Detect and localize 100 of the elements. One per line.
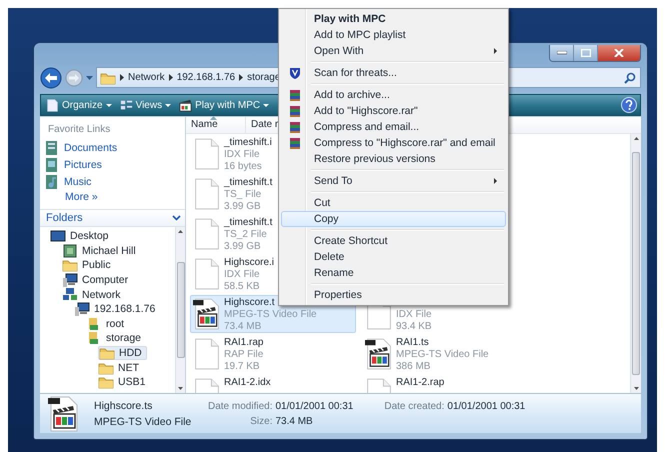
favorite-link[interactable]: Documents — [40, 139, 185, 156]
menu-item[interactable]: Restore previous versions — [281, 151, 506, 167]
tree-item[interactable]: storage — [86, 331, 146, 346]
file-type: TS_ File — [224, 189, 262, 201]
file-name: Highscore.ts — [94, 400, 154, 412]
file-item[interactable]: RAI1.ts MPEG-TS Video File 386 MB — [362, 335, 528, 373]
music-folder-icon — [44, 174, 59, 190]
field-label: Date created: — [384, 401, 444, 412]
toolbar-button[interactable]: Organize — [44, 98, 114, 112]
section-heading: Favorite Links — [47, 123, 112, 137]
breadcrumb[interactable]: Network — [128, 72, 165, 83]
file-size: 16 bytes — [224, 161, 263, 173]
menu-item[interactable]: Send To — [281, 173, 506, 189]
menu-item[interactable]: Add to archive... — [281, 87, 506, 103]
file-item[interactable]: RAI1.rap RAP File 19.7 KB — [190, 335, 356, 373]
scrollbar[interactable] — [630, 134, 641, 393]
scroll-down-icon[interactable] — [178, 387, 183, 390]
minimize-button[interactable] — [550, 45, 574, 61]
scrollbar[interactable] — [175, 227, 185, 393]
menu-item[interactable]: Scan for threats... — [281, 65, 506, 81]
documents-folder-icon — [44, 140, 59, 156]
chevron-icon[interactable] — [172, 215, 181, 221]
file-type: MPEG-TS Video File — [94, 416, 192, 428]
tree-item[interactable]: Computer — [62, 272, 132, 288]
menu-item[interactable]: Add to "Highscore.rar" — [281, 103, 506, 119]
menu-item[interactable]: Rename — [281, 265, 506, 281]
help-icon[interactable] — [621, 97, 637, 113]
chevron-icon[interactable] — [239, 74, 244, 81]
tree-item[interactable]: HDD — [98, 346, 147, 360]
monitor-icon — [50, 228, 66, 244]
breadcrumb[interactable]: 192.168.1.76 — [176, 72, 236, 83]
file-type: IDX File — [224, 269, 261, 281]
tree-item[interactable]: USB1 — [98, 374, 150, 390]
file-size: 386 MB — [396, 361, 432, 373]
folders-header[interactable]: Folders — [40, 209, 185, 227]
column-header[interactable]: Name — [186, 117, 246, 133]
maximize-icon — [580, 49, 590, 57]
video-file-icon — [193, 297, 221, 331]
file-name: RAI1.rap — [224, 337, 264, 349]
field-value: 01/01/2001 00:31 — [447, 401, 526, 412]
pictures-folder-icon — [44, 156, 59, 172]
books-icon — [289, 104, 301, 118]
dropdown-icon[interactable] — [86, 76, 93, 80]
clapperboard-icon — [179, 98, 192, 112]
scroll-up-icon[interactable] — [634, 137, 638, 140]
network-icon — [62, 286, 78, 303]
sort-arrow-icon — [210, 116, 217, 120]
file-type: IDX File — [396, 309, 432, 321]
close-button[interactable] — [598, 45, 640, 61]
close-icon — [614, 49, 624, 57]
scroll-up-icon[interactable] — [178, 230, 183, 233]
menu-item[interactable]: Delete — [281, 249, 506, 265]
file-name: _timeshift.i — [224, 137, 272, 149]
menu-item[interactable]: Open With — [281, 43, 506, 59]
back-button[interactable] — [40, 66, 62, 88]
books-icon — [289, 120, 301, 134]
tree-item[interactable]: NET — [98, 360, 143, 375]
file-icon — [193, 177, 221, 211]
toolbar-button[interactable]: Views — [118, 98, 174, 112]
file-size: 73.4 MB — [224, 321, 262, 333]
file-name: Highscore.t — [224, 297, 276, 309]
file-name: RAI1.ts — [396, 337, 430, 349]
menu-item[interactable]: Compress to "Highscore.rar" and email — [281, 135, 506, 151]
menu-item[interactable]: Cut — [281, 195, 506, 211]
folders-title: Folders — [46, 212, 83, 224]
more-link[interactable]: More » — [40, 190, 185, 207]
favorite-link[interactable]: Pictures — [40, 156, 185, 173]
tree-item[interactable]: root — [86, 316, 128, 332]
file-name: Highscore.i — [224, 257, 274, 269]
books-icon — [289, 136, 301, 150]
chevron-icon[interactable] — [168, 74, 173, 81]
tree-item[interactable]: Public — [62, 258, 115, 273]
menu-item[interactable]: Play with MPC — [281, 11, 506, 27]
file-type: TS_2 File — [224, 229, 268, 241]
menu-item[interactable]: Create Shortcut — [281, 233, 506, 249]
file-name: RAI1-2.idx — [224, 377, 271, 389]
tree-item[interactable]: Network — [62, 287, 125, 302]
favorite-link[interactable]: Music — [40, 173, 185, 190]
field-value: 73.4 MB — [275, 416, 314, 427]
field-label: Date modified: — [208, 401, 272, 412]
tree-item[interactable]: Desktop — [50, 229, 113, 244]
menu-item[interactable]: Add to MPC playlist — [281, 27, 506, 43]
chevron-icon[interactable] — [120, 74, 124, 81]
scroll-thumb[interactable] — [632, 152, 640, 375]
file-size: 93.4 KB — [396, 321, 432, 333]
scroll-thumb[interactable] — [176, 262, 184, 358]
file-name: RAI1-2.rap — [396, 377, 444, 389]
file-type: MPEG-TS Video File — [396, 349, 489, 361]
views-icon — [120, 98, 133, 112]
maximize-button[interactable] — [574, 45, 598, 61]
toolbar-button[interactable]: Play with MPC — [177, 98, 272, 112]
file-icon — [193, 257, 221, 291]
menu-item[interactable]: Copy — [281, 211, 506, 227]
tree-item[interactable]: 192.168.1.76 — [74, 302, 160, 317]
caret-icon — [263, 104, 270, 106]
field-label: Size: — [249, 416, 272, 427]
page-icon — [46, 98, 59, 112]
tree-item[interactable]: Michael Hill — [62, 244, 140, 258]
scroll-down-icon[interactable] — [634, 387, 638, 390]
submenu-arrow-icon — [494, 178, 497, 184]
